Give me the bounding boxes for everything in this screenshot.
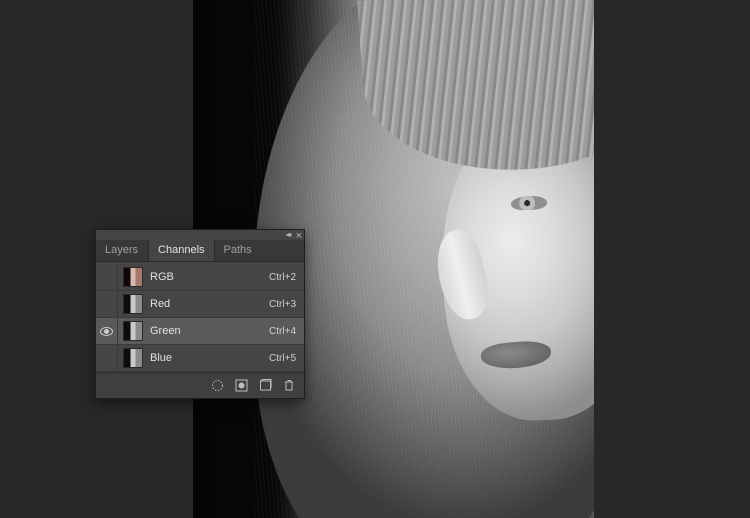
channel-row-red[interactable]: Red Ctrl+3: [96, 291, 304, 318]
channel-shortcut: Ctrl+2: [269, 272, 296, 283]
new-channel-icon[interactable]: [258, 379, 272, 393]
panel-close-icon[interactable]: ×: [296, 232, 302, 240]
channel-thumb: [123, 321, 143, 341]
channel-thumb: [123, 348, 143, 368]
channel-shortcut: Ctrl+4: [269, 326, 296, 337]
panel-header: ◂◂ ×: [96, 230, 304, 240]
tab-channels[interactable]: Channels: [148, 240, 214, 261]
eye-icon: [100, 327, 113, 336]
tab-paths[interactable]: Paths: [215, 240, 262, 261]
channel-row-green[interactable]: Green Ctrl+4: [96, 318, 304, 345]
save-selection-mask-icon[interactable]: [234, 379, 248, 393]
visibility-toggle[interactable]: [96, 318, 118, 344]
delete-channel-icon[interactable]: [282, 379, 296, 393]
visibility-toggle[interactable]: [96, 264, 118, 290]
panel-footer: [96, 372, 304, 398]
panel-tabs: Layers Channels Paths: [96, 240, 304, 262]
load-selection-icon[interactable]: [210, 379, 224, 393]
channel-name: Red: [150, 298, 269, 310]
channel-name: RGB: [150, 271, 269, 283]
channel-thumb: [123, 294, 143, 314]
channel-name: Green: [150, 325, 269, 337]
channel-thumb: [123, 267, 143, 287]
channel-shortcut: Ctrl+5: [269, 353, 296, 364]
tab-layers[interactable]: Layers: [96, 240, 148, 261]
channel-shortcut: Ctrl+3: [269, 299, 296, 310]
channel-row-blue[interactable]: Blue Ctrl+5: [96, 345, 304, 372]
channel-name: Blue: [150, 352, 269, 364]
visibility-toggle[interactable]: [96, 291, 118, 317]
channels-panel: ◂◂ × Layers Channels Paths RGB Ctrl+2 Re…: [95, 229, 305, 399]
channel-row-rgb[interactable]: RGB Ctrl+2: [96, 264, 304, 291]
channel-list: RGB Ctrl+2 Red Ctrl+3 Green Ctrl+4 Blue …: [96, 262, 304, 372]
visibility-toggle[interactable]: [96, 345, 118, 371]
panel-collapse-icon[interactable]: ◂◂: [286, 230, 290, 239]
